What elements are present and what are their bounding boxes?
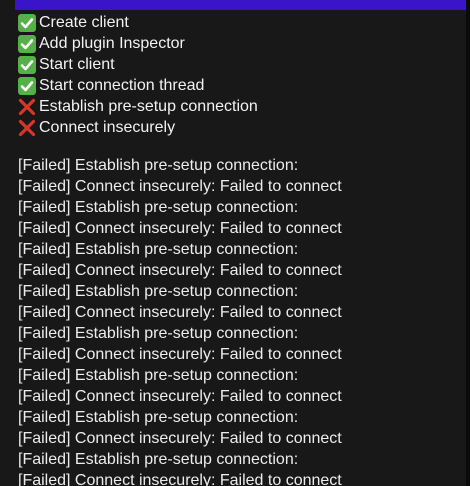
output-window: Create client Add plugin Inspector Start… [0, 0, 470, 486]
log-line: [Failed] Connect insecurely: Failed to c… [18, 262, 342, 279]
log-line: [Failed] Connect insecurely: Failed to c… [18, 472, 342, 486]
log-line: [Failed] Establish pre-setup connection: [18, 199, 299, 216]
log-line: [Failed] Establish pre-setup connection: [18, 157, 299, 174]
step-label: Establish pre-setup connection [39, 98, 258, 115]
step-label: Start connection thread [39, 77, 205, 94]
log-line: [Failed] Connect insecurely: Failed to c… [18, 346, 342, 363]
cross-mark-icon [18, 119, 36, 137]
check-mark-icon [18, 55, 36, 74]
log-line: [Failed] Establish pre-setup connection: [18, 451, 299, 468]
step-label: Connect insecurely [39, 119, 176, 136]
log-line: [Failed] Connect insecurely: Failed to c… [18, 220, 342, 237]
window-edge [466, 0, 470, 486]
log-line: [Failed] Connect insecurely: Failed to c… [18, 430, 342, 447]
step-label: Start client [39, 56, 115, 73]
log-line: [Failed] Establish pre-setup connection: [18, 409, 299, 426]
log-output: [Failed] Establish pre-setup connection:… [18, 155, 342, 486]
check-mark-icon [18, 13, 36, 32]
log-line: [Failed] Establish pre-setup connection: [18, 325, 299, 342]
step-label: Add plugin Inspector [39, 35, 185, 52]
title-accent-bar [15, 0, 470, 10]
log-line: [Failed] Connect insecurely: Failed to c… [18, 388, 342, 405]
step-item: Start connection thread [18, 75, 258, 96]
step-item: Start client [18, 54, 258, 75]
step-item: Establish pre-setup connection [18, 96, 258, 117]
step-item: Create client [18, 12, 258, 33]
check-mark-icon [18, 76, 36, 95]
log-line: [Failed] Connect insecurely: Failed to c… [18, 178, 342, 195]
log-line: [Failed] Establish pre-setup connection: [18, 241, 299, 258]
log-line: [Failed] Connect insecurely: Failed to c… [18, 304, 342, 321]
cross-mark-icon [18, 98, 36, 116]
step-item: Add plugin Inspector [18, 33, 258, 54]
log-line: [Failed] Establish pre-setup connection: [18, 283, 299, 300]
step-label: Create client [39, 14, 129, 31]
check-mark-icon [18, 34, 36, 53]
log-line: [Failed] Establish pre-setup connection: [18, 367, 299, 384]
step-list: Create client Add plugin Inspector Start… [18, 12, 258, 138]
step-item: Connect insecurely [18, 117, 258, 138]
